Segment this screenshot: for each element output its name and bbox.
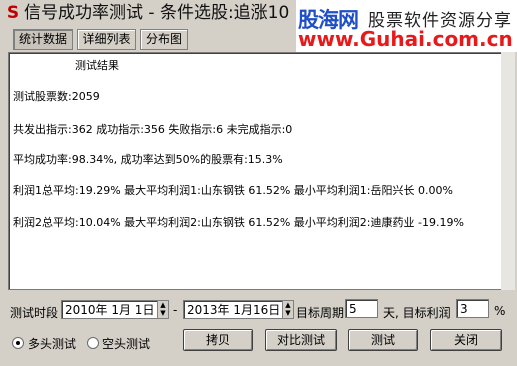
close-button[interactable]: 关闭 (430, 329, 502, 351)
spin-down-icon[interactable]: ▼ (158, 309, 168, 317)
spin-up-icon[interactable]: ▲ (283, 301, 293, 309)
result-line-signals: 共发出指示:362 成功指示:356 失败指示:6 未完成指示:0 (13, 123, 293, 136)
result-line-profit2: 利润2总平均:10.04% 最大平均利润2:山东钢铁 61.52% 最小平均利润… (13, 216, 464, 229)
short-test-radio[interactable] (87, 337, 99, 349)
app-icon: S (6, 3, 20, 23)
result-line-profit1: 利润1总平均:19.29% 最大平均利润1:山东钢铁 61.52% 最小平均利润… (13, 184, 453, 197)
period-label: 测试时段 (10, 306, 59, 320)
test-button[interactable]: 测试 (348, 329, 418, 351)
watermark-logo: 股海网 股票软件资源分享 www.Guhai.com.cn (296, 0, 517, 52)
results-heading: 测试结果 (75, 59, 119, 72)
start-date-spinner[interactable]: ▲ ▼ (157, 300, 169, 319)
target-period-label: 目标周期 (296, 306, 345, 320)
date-range-dash: - (173, 303, 178, 317)
vertical-scrollbar[interactable] (501, 52, 515, 290)
target-profit-label: 天, 目标利润 (383, 306, 451, 320)
short-test-label[interactable]: 空头测试 (102, 335, 150, 352)
result-line-stock-count: 测试股票数:2059 (13, 90, 100, 103)
tab-distribution[interactable]: 分布图 (140, 29, 188, 50)
long-test-radio[interactable] (12, 337, 24, 349)
results-panel[interactable]: 测试结果 测试股票数:2059 共发出指示:362 成功指示:356 失败指示:… (8, 52, 502, 290)
tab-statistics[interactable]: 统计数据 (13, 29, 73, 50)
start-date-input[interactable]: 2010年 1月 1日 (61, 300, 158, 319)
percent-sign: % (494, 304, 506, 318)
tab-detail-list[interactable]: 详细列表 (77, 29, 136, 50)
spin-down-icon[interactable]: ▼ (283, 309, 293, 317)
watermark-url: www.Guhai.com.cn (298, 27, 513, 51)
window-title: 信号成功率测试 - 条件选股:追涨10 (24, 3, 290, 23)
long-test-label[interactable]: 多头测试 (28, 335, 76, 352)
copy-button[interactable]: 拷贝 (183, 329, 253, 351)
target-period-input[interactable]: 5 (345, 299, 378, 318)
spin-up-icon[interactable]: ▲ (158, 301, 168, 309)
end-date-spinner[interactable]: ▲ ▼ (282, 300, 294, 319)
compare-test-button[interactable]: 对比测试 (265, 329, 337, 351)
result-line-success-rate: 平均成功率:98.34%, 成功率达到50%的股票有:15.3% (13, 153, 283, 166)
end-date-input[interactable]: 2013年 1月16日 (183, 300, 283, 319)
target-profit-input[interactable]: 3 (456, 299, 489, 318)
